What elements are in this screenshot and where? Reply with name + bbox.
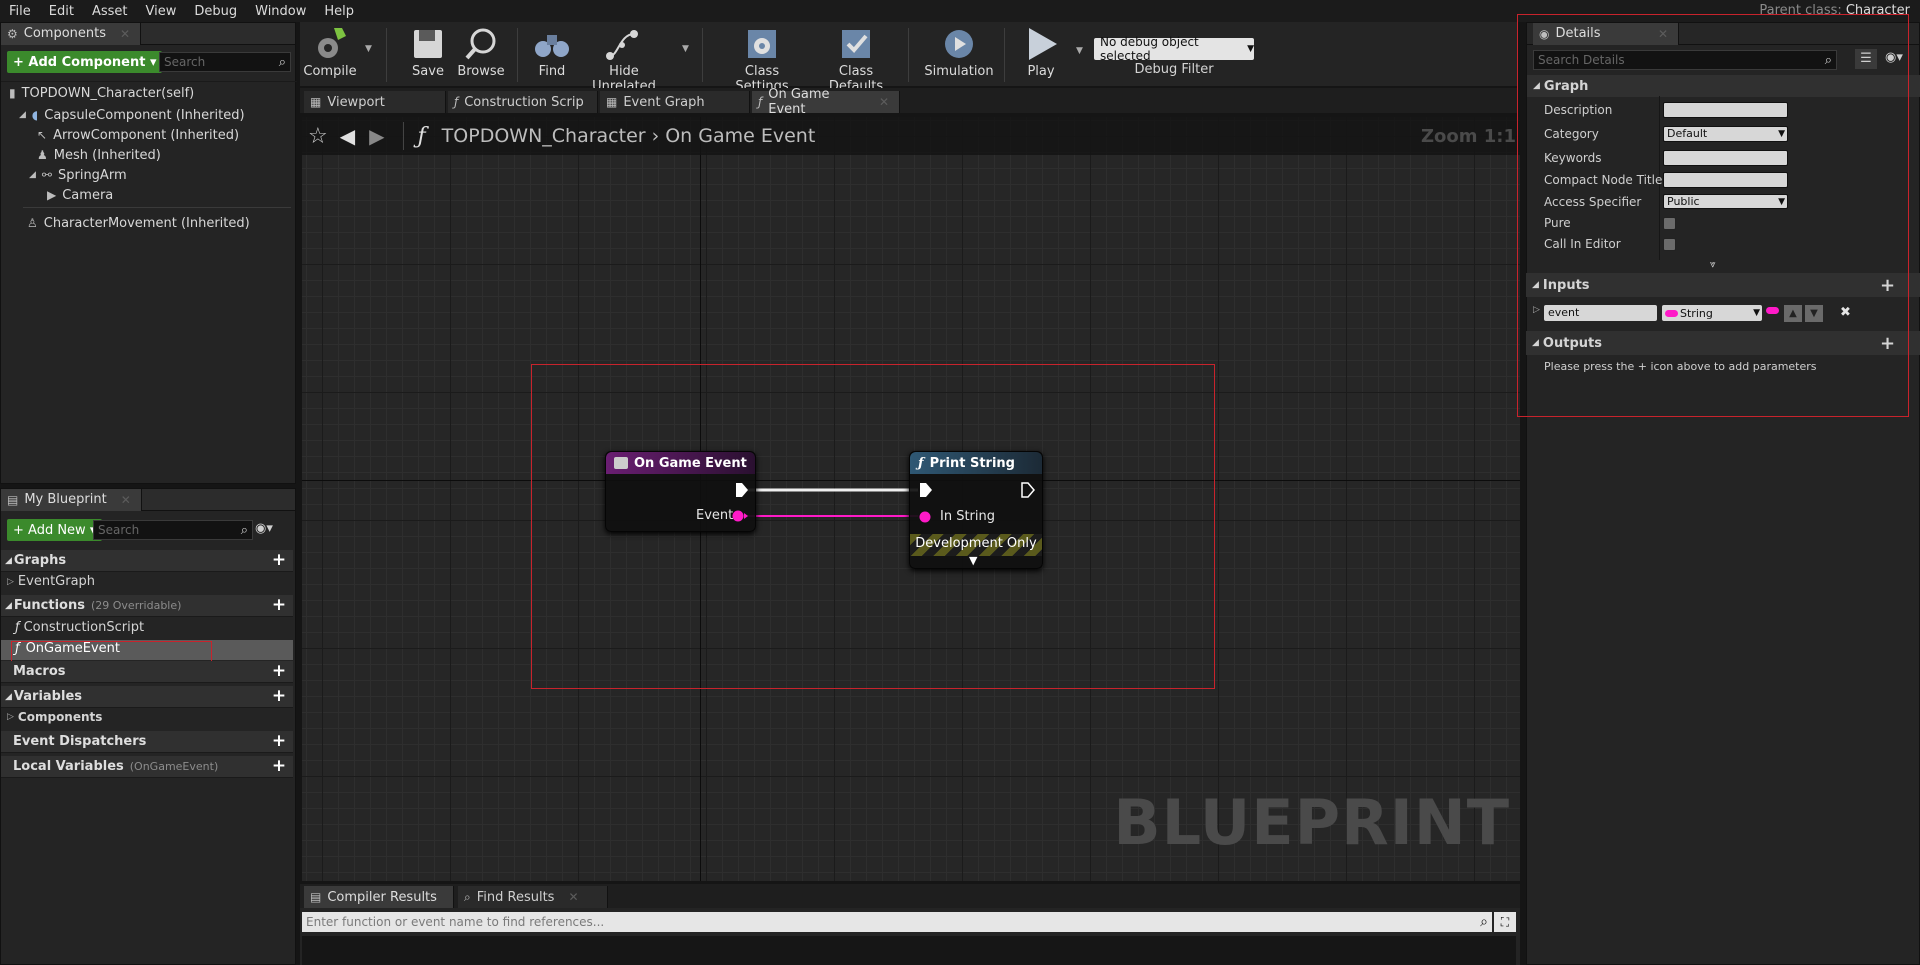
find-results-panel: ▤ Compiler Results ⌕ Find Results ✕ Enter f…: [300, 884, 1520, 965]
find-placeholder: Enter function or event name to find ref…: [306, 915, 605, 929]
search-icon: ⌕: [464, 889, 471, 904]
highlight-box: [1517, 14, 1909, 417]
find-references-input[interactable]: Enter function or event name to find ref…: [302, 912, 1492, 932]
tab-compiler-label: Compiler Results: [327, 889, 437, 905]
search-icon: ⌕: [1480, 914, 1488, 930]
bottom-tab-bar: ▤ Compiler Results ⌕ Find Results ✕: [300, 884, 1520, 908]
tab-compiler-results[interactable]: ▤ Compiler Results: [304, 886, 454, 908]
tab-find-label: Find Results: [476, 889, 555, 905]
results-list: [302, 936, 1516, 965]
binoculars-icon[interactable]: ⛶: [1494, 912, 1516, 932]
tab-find-results[interactable]: ⌕ Find Results ✕: [458, 886, 608, 908]
close-icon[interactable]: ✕: [568, 890, 578, 904]
highlight-box: [531, 364, 1215, 689]
compiler-results-icon: ▤: [310, 890, 322, 904]
